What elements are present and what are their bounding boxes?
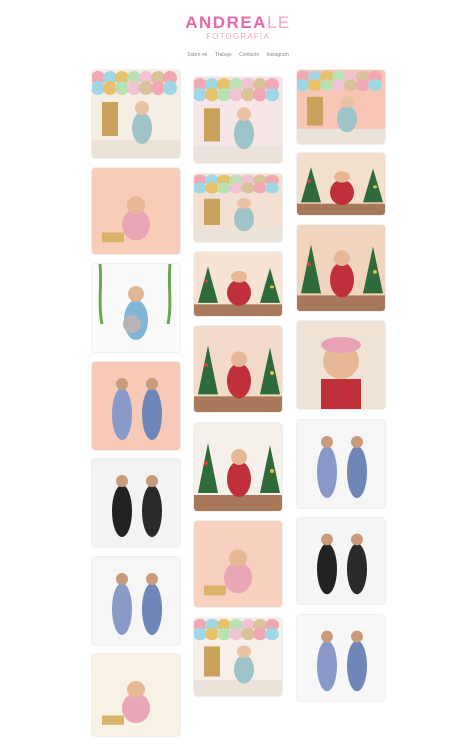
toddler-striped-shirt-ivy-photo[interactable] (92, 264, 180, 352)
mother-daughter-red-dress-photo[interactable] (194, 423, 282, 511)
women-black-tops-jeans-photo[interactable] (297, 518, 385, 604)
nav-link-sobre-mi[interactable]: Sobre mí (187, 52, 207, 58)
woman-lilac-dress-duo-photo[interactable] (92, 362, 180, 450)
first-birthday-cake-smash-photo[interactable] (92, 70, 180, 158)
toddler-xylophone-photo[interactable] (194, 521, 282, 607)
nav-link-contacto[interactable]: Contacto (239, 52, 259, 58)
christmas-family-couple-photo[interactable] (194, 326, 282, 412)
nav-link-instagram[interactable]: Instagram (267, 52, 289, 58)
christmas-boy-plaid-shirt-photo[interactable] (297, 225, 385, 311)
women-white-tops-jeans-2-photo[interactable] (297, 615, 385, 701)
logo-light-text: LE (266, 13, 291, 32)
birthday-boy-balloons-photo[interactable] (194, 618, 282, 696)
toddler-balloon-wall-photo[interactable] (194, 174, 282, 242)
women-denim-outfits-photo[interactable] (297, 420, 385, 508)
main-nav: Sobre mí Trabajo Contacto Instagram (0, 52, 476, 58)
first-birthday-pastel-photo[interactable] (297, 70, 385, 144)
girl-red-dress-headband-photo[interactable] (297, 321, 385, 409)
women-white-tops-jeans-photo[interactable] (92, 557, 180, 645)
christmas-girl-tree-photo[interactable] (297, 153, 385, 215)
nav-link-trabajo[interactable]: Trabajo (215, 52, 232, 58)
baby-pink-dress-toys-photo[interactable] (92, 168, 180, 254)
baby-rainbow-rocker-photo[interactable] (92, 654, 180, 736)
site-logo[interactable]: ANDREALE FOTOGRAFÍA (0, 14, 476, 42)
logo-bold-text: ANDREA (185, 13, 267, 32)
logo-subtitle: FOTOGRAFÍA (206, 32, 270, 41)
logo-wordmark: ANDREALE (0, 14, 476, 32)
cake-smash-balloons-photo[interactable] (194, 77, 282, 163)
women-black-bodysuit-photo[interactable] (92, 459, 180, 547)
christmas-family-kids-photo[interactable] (194, 252, 282, 316)
